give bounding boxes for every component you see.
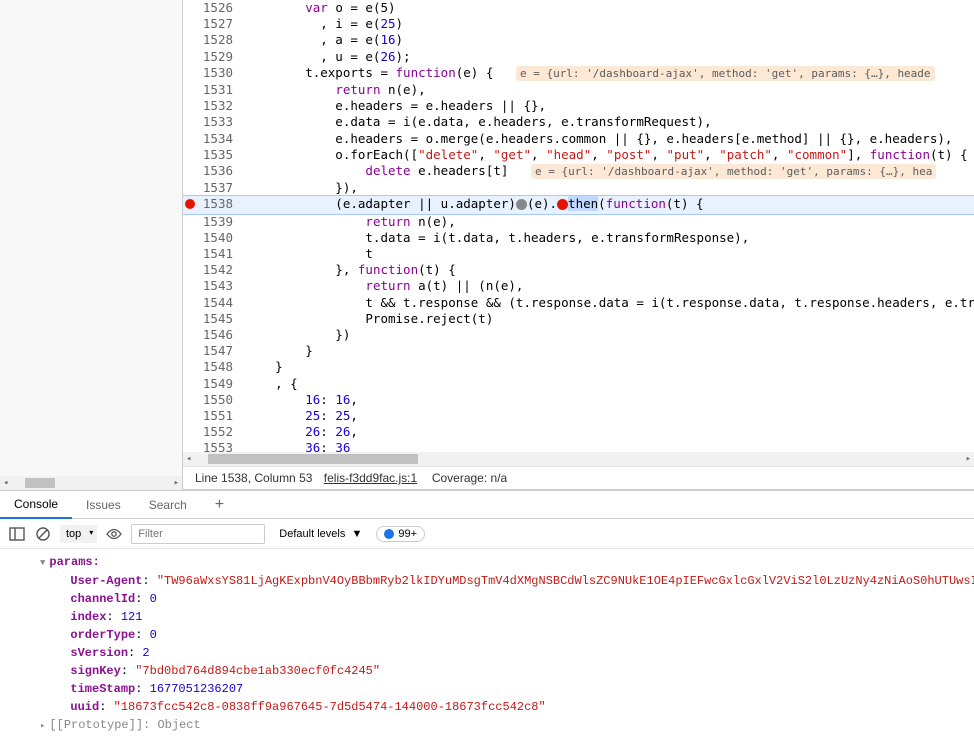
code-line[interactable]: 1537 }), xyxy=(183,180,974,196)
line-number[interactable]: 1548 xyxy=(197,359,241,375)
line-number[interactable]: 1545 xyxy=(197,311,241,327)
console-output[interactable]: ▼params: User-Agent: "TW96aWxsYS81LjAgKE… xyxy=(0,549,974,750)
line-number[interactable]: 1536 xyxy=(197,163,241,180)
code-line[interactable]: 1553 36: 36 xyxy=(183,440,974,452)
code-line[interactable]: 1545 Promise.reject(t) xyxy=(183,311,974,327)
code-line[interactable]: 1526 var o = e(5) xyxy=(183,0,974,16)
line-number[interactable]: 1530 xyxy=(197,65,241,82)
prop-prototype[interactable]: [[Prototype]]: Object xyxy=(49,718,200,732)
console-toolbar: top Default levels ▼ 99+ xyxy=(0,519,974,549)
side-panel xyxy=(0,0,183,490)
code-line[interactable]: 1535 o.forEach(["delete", "get", "head",… xyxy=(183,147,974,163)
code-line[interactable]: 1546 }) xyxy=(183,327,974,343)
code-line[interactable]: 1532 e.headers = e.headers || {}, xyxy=(183,98,974,114)
line-number[interactable]: 1528 xyxy=(197,32,241,48)
issues-counter[interactable]: 99+ xyxy=(376,526,425,542)
code-line[interactable]: 1551 25: 25, xyxy=(183,408,974,424)
prop-timestamp: timeStamp xyxy=(70,682,135,696)
line-number[interactable]: 1551 xyxy=(197,408,241,424)
cursor-position: Line 1538, Column 53 xyxy=(195,471,312,485)
prop-ordertype: orderType xyxy=(70,628,135,642)
line-number[interactable]: 1527 xyxy=(197,16,241,32)
code-line[interactable]: 1528 , a = e(16) xyxy=(183,32,974,48)
drawer-tabs: Console Issues Search + xyxy=(0,491,974,519)
status-bar: Line 1538, Column 53 felis-f3dd9fac.js:1… xyxy=(183,466,974,490)
coverage-info: Coverage: n/a xyxy=(432,471,507,485)
code-line[interactable]: 1542 }, function(t) { xyxy=(183,262,974,278)
prop-sversion: sVersion xyxy=(70,646,128,660)
line-number[interactable]: 1542 xyxy=(197,262,241,278)
add-tab-button[interactable]: + xyxy=(201,496,238,514)
tab-console[interactable]: Console xyxy=(0,491,72,519)
tab-search[interactable]: Search xyxy=(135,492,201,518)
line-number[interactable]: 1534 xyxy=(197,131,241,147)
line-number[interactable]: 1544 xyxy=(197,295,241,311)
prop-uuid: uuid xyxy=(70,700,99,714)
code-line[interactable]: 1540 t.data = i(t.data, t.headers, e.tra… xyxy=(183,230,974,246)
code-line[interactable]: 1538 (e.adapter || u.adapter)(e).then(fu… xyxy=(183,196,974,213)
prop-index: index xyxy=(70,610,106,624)
code-line[interactable]: 1552 26: 26, xyxy=(183,424,974,440)
tab-issues[interactable]: Issues xyxy=(72,492,135,518)
line-number[interactable]: 1547 xyxy=(197,343,241,359)
breakpoint-icon[interactable] xyxy=(185,199,195,209)
line-number[interactable]: 1532 xyxy=(197,98,241,114)
line-number[interactable]: 1553 xyxy=(197,440,241,452)
code-line[interactable]: 1533 e.data = i(e.data, e.headers, e.tra… xyxy=(183,114,974,130)
code-editor[interactable]: 1526 var o = e(5)1527 , i = e(25)1528 , … xyxy=(183,0,974,452)
code-line[interactable]: 1547 } xyxy=(183,343,974,359)
code-line[interactable]: 1539 return n(e), xyxy=(183,214,974,230)
line-number[interactable]: 1531 xyxy=(197,82,241,98)
line-number[interactable]: 1533 xyxy=(197,114,241,130)
log-levels-selector[interactable]: Default levels ▼ xyxy=(273,525,368,543)
line-number[interactable]: 1539 xyxy=(197,214,241,230)
sidebar-toggle-icon[interactable] xyxy=(8,525,26,543)
context-selector[interactable]: top xyxy=(60,525,97,543)
code-line[interactable]: 1531 return n(e), xyxy=(183,82,974,98)
line-number[interactable]: 1549 xyxy=(197,376,241,392)
file-link[interactable]: felis-f3dd9fac.js:1 xyxy=(324,471,417,485)
line-number[interactable]: 1543 xyxy=(197,278,241,294)
line-number[interactable]: 1541 xyxy=(197,246,241,262)
line-number[interactable]: 1550 xyxy=(197,392,241,408)
code-line[interactable]: 1530 t.exports = function(e) { e = {url:… xyxy=(183,65,974,82)
side-scrollbar[interactable] xyxy=(0,476,182,490)
code-line[interactable]: 1549 , { xyxy=(183,376,974,392)
line-number[interactable]: 1529 xyxy=(197,49,241,65)
code-line[interactable]: 1527 , i = e(25) xyxy=(183,16,974,32)
line-number[interactable]: 1552 xyxy=(197,424,241,440)
line-number[interactable]: 1540 xyxy=(197,230,241,246)
code-line[interactable]: 1548 } xyxy=(183,359,974,375)
line-number[interactable]: 1537 xyxy=(197,180,241,196)
prop-signkey: signKey xyxy=(70,664,120,678)
code-line[interactable]: 1541 t xyxy=(183,246,974,262)
code-line[interactable]: 1543 return a(t) || (n(e), xyxy=(183,278,974,294)
filter-input[interactable] xyxy=(131,524,265,544)
code-line[interactable]: 1550 16: 16, xyxy=(183,392,974,408)
line-number[interactable]: 1526 xyxy=(197,0,241,16)
live-expression-icon[interactable] xyxy=(105,525,123,543)
code-line[interactable]: 1529 , u = e(26); xyxy=(183,49,974,65)
line-number[interactable]: 1546 xyxy=(197,327,241,343)
issue-dot-icon xyxy=(384,529,394,539)
code-line[interactable]: 1544 t && t.response && (t.response.data… xyxy=(183,295,974,311)
line-number[interactable]: 1535 xyxy=(197,147,241,163)
line-number[interactable]: 1538 xyxy=(197,196,241,213)
code-h-scrollbar[interactable] xyxy=(183,452,974,466)
clear-console-icon[interactable] xyxy=(34,525,52,543)
prop-channelid: channelId xyxy=(70,592,135,606)
prop-user-agent: User-Agent xyxy=(70,574,142,588)
code-line[interactable]: 1536 delete e.headers[t] e = {url: '/das… xyxy=(183,163,974,180)
code-line[interactable]: 1534 e.headers = o.merge(e.headers.commo… xyxy=(183,131,974,147)
